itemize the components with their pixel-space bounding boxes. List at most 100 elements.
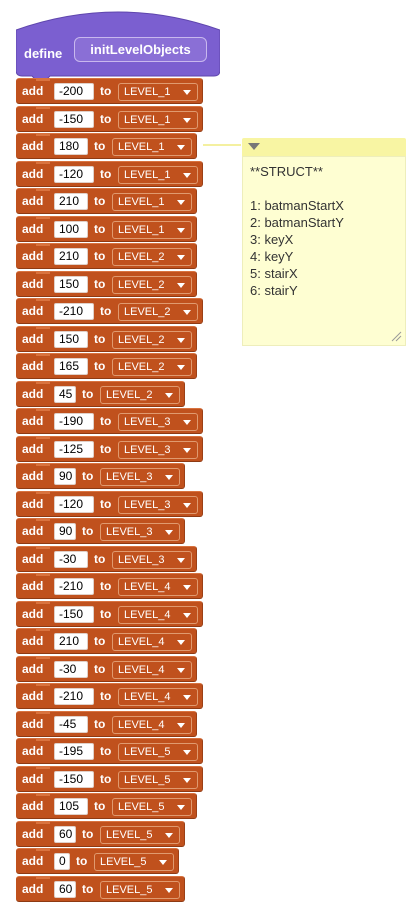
list-dropdown[interactable]: LEVEL_5 — [100, 825, 180, 844]
resize-grip-icon[interactable] — [390, 330, 402, 342]
value-input[interactable]: -150 — [54, 110, 94, 128]
list-dropdown[interactable]: LEVEL_5 — [94, 853, 174, 871]
list-dropdown[interactable]: LEVEL_1 — [118, 165, 198, 184]
value-input[interactable]: -210 — [54, 578, 94, 595]
procedure-name-field[interactable]: initLevelObjects — [74, 37, 207, 62]
list-dropdown[interactable]: LEVEL_2 — [118, 303, 198, 321]
value-input[interactable]: 100 — [54, 220, 88, 238]
add-to-list-block[interactable]: add 90 to LEVEL_3 — [16, 463, 185, 489]
add-to-list-block[interactable]: add -30 to LEVEL_4 — [16, 655, 197, 682]
add-to-list-block[interactable]: add -30 to LEVEL_3 — [16, 545, 197, 572]
add-to-list-block[interactable]: add 150 to LEVEL_2 — [16, 325, 197, 352]
value-input[interactable]: 210 — [54, 193, 88, 210]
value-input[interactable]: 90 — [54, 523, 76, 540]
value-input[interactable]: -210 — [54, 303, 94, 320]
add-label: add — [22, 716, 44, 731]
value-input[interactable]: 165 — [54, 358, 88, 375]
collapse-triangle-icon[interactable] — [248, 143, 260, 150]
add-to-list-block[interactable]: add 105 to LEVEL_5 — [16, 793, 197, 819]
list-dropdown[interactable]: LEVEL_4 — [112, 715, 192, 734]
value-input[interactable]: 105 — [54, 798, 88, 815]
value-input[interactable]: 150 — [54, 275, 88, 293]
add-to-list-block[interactable]: add 100 to LEVEL_1 — [16, 215, 197, 242]
add-to-list-block[interactable]: add 180 to LEVEL_1 — [16, 133, 197, 159]
list-dropdown-value: LEVEL_1 — [124, 86, 171, 98]
value-input[interactable]: -30 — [54, 550, 88, 568]
list-dropdown[interactable]: LEVEL_1 — [112, 193, 192, 211]
value-input[interactable]: 60 — [54, 880, 76, 898]
list-dropdown[interactable]: LEVEL_2 — [112, 358, 192, 376]
value-input[interactable]: 90 — [54, 468, 76, 485]
list-dropdown[interactable]: LEVEL_2 — [112, 275, 192, 294]
value-input[interactable]: -120 — [54, 165, 94, 183]
add-to-list-block[interactable]: add 210 to LEVEL_4 — [16, 628, 197, 654]
add-to-list-block[interactable]: add 0 to LEVEL_5 — [16, 848, 179, 874]
value-input[interactable]: -120 — [54, 495, 94, 513]
list-dropdown[interactable]: LEVEL_2 — [100, 385, 180, 404]
list-dropdown[interactable]: LEVEL_3 — [100, 468, 180, 486]
value-input[interactable]: 180 — [54, 138, 88, 155]
value-input[interactable]: 0 — [54, 853, 70, 870]
add-to-list-block[interactable]: add -190 to LEVEL_3 — [16, 408, 203, 434]
list-dropdown[interactable]: LEVEL_2 — [112, 330, 192, 349]
add-to-list-block[interactable]: add -210 to LEVEL_4 — [16, 573, 203, 599]
add-to-list-block[interactable]: add -210 to LEVEL_2 — [16, 298, 203, 324]
comment-title-bar[interactable] — [242, 138, 406, 156]
add-to-list-block[interactable]: add -150 to LEVEL_5 — [16, 765, 203, 792]
value-input[interactable]: 60 — [54, 825, 76, 843]
comment-box[interactable]: **STRUCT** 1: batmanStartX 2: batmanStar… — [242, 138, 406, 346]
value-input[interactable]: -190 — [54, 413, 94, 430]
list-dropdown[interactable]: LEVEL_3 — [118, 495, 198, 514]
add-to-list-block[interactable]: add 60 to LEVEL_5 — [16, 875, 185, 902]
value-input[interactable]: 45 — [54, 385, 76, 403]
add-to-list-block[interactable]: add -195 to LEVEL_5 — [16, 738, 203, 764]
add-to-list-block[interactable]: add -200 to LEVEL_1 — [16, 78, 203, 104]
value-input[interactable]: -45 — [54, 715, 88, 733]
list-dropdown[interactable]: LEVEL_5 — [100, 880, 180, 899]
list-dropdown[interactable]: LEVEL_1 — [112, 138, 192, 156]
value-input[interactable]: -125 — [54, 440, 94, 458]
list-dropdown[interactable]: LEVEL_3 — [112, 550, 192, 569]
value-input[interactable]: -150 — [54, 605, 94, 623]
comment-body[interactable]: **STRUCT** 1: batmanStartX 2: batmanStar… — [242, 156, 406, 346]
list-dropdown[interactable]: LEVEL_3 — [100, 523, 180, 541]
add-to-list-block[interactable]: add 60 to LEVEL_5 — [16, 820, 185, 847]
value-input[interactable]: -195 — [54, 743, 94, 760]
value-input[interactable]: -150 — [54, 770, 94, 788]
list-dropdown[interactable]: LEVEL_1 — [118, 110, 198, 129]
comment-text[interactable]: **STRUCT** 1: batmanStartX 2: batmanStar… — [250, 163, 400, 299]
list-dropdown[interactable]: LEVEL_4 — [112, 660, 192, 679]
add-to-list-block[interactable]: add 165 to LEVEL_2 — [16, 353, 197, 379]
add-to-list-block[interactable]: add -150 to LEVEL_1 — [16, 105, 203, 132]
list-dropdown[interactable]: LEVEL_4 — [112, 633, 192, 651]
list-dropdown[interactable]: LEVEL_1 — [112, 220, 192, 239]
list-dropdown[interactable]: LEVEL_5 — [118, 743, 198, 761]
list-dropdown[interactable]: LEVEL_2 — [112, 248, 192, 266]
list-dropdown[interactable]: LEVEL_4 — [118, 605, 198, 624]
add-to-list-block[interactable]: add 90 to LEVEL_3 — [16, 518, 185, 544]
add-to-list-block[interactable]: add 150 to LEVEL_2 — [16, 270, 197, 297]
add-to-list-block[interactable]: add -45 to LEVEL_4 — [16, 710, 197, 737]
add-to-list-block[interactable]: add 210 to LEVEL_2 — [16, 243, 197, 269]
value-input[interactable]: -200 — [54, 83, 94, 100]
list-dropdown[interactable]: LEVEL_4 — [118, 578, 198, 596]
value-input[interactable]: 210 — [54, 633, 88, 650]
dropdown-arrow-icon — [177, 337, 185, 343]
add-to-list-block[interactable]: add -120 to LEVEL_3 — [16, 490, 203, 517]
value-input[interactable]: 210 — [54, 248, 88, 265]
value-input[interactable]: -30 — [54, 660, 88, 678]
add-to-list-block[interactable]: add 45 to LEVEL_2 — [16, 380, 185, 407]
list-dropdown[interactable]: LEVEL_5 — [112, 798, 192, 816]
add-to-list-block[interactable]: add -120 to LEVEL_1 — [16, 160, 203, 187]
list-dropdown[interactable]: LEVEL_3 — [118, 413, 198, 431]
add-to-list-block[interactable]: add -210 to LEVEL_4 — [16, 683, 203, 709]
add-to-list-block[interactable]: add -125 to LEVEL_3 — [16, 435, 203, 462]
add-to-list-block[interactable]: add 210 to LEVEL_1 — [16, 188, 197, 214]
value-input[interactable]: -210 — [54, 688, 94, 705]
add-to-list-block[interactable]: add -150 to LEVEL_4 — [16, 600, 203, 627]
value-input[interactable]: 150 — [54, 330, 88, 348]
list-dropdown[interactable]: LEVEL_1 — [118, 83, 198, 101]
list-dropdown[interactable]: LEVEL_4 — [118, 688, 198, 706]
list-dropdown[interactable]: LEVEL_3 — [118, 440, 198, 459]
list-dropdown[interactable]: LEVEL_5 — [118, 770, 198, 789]
